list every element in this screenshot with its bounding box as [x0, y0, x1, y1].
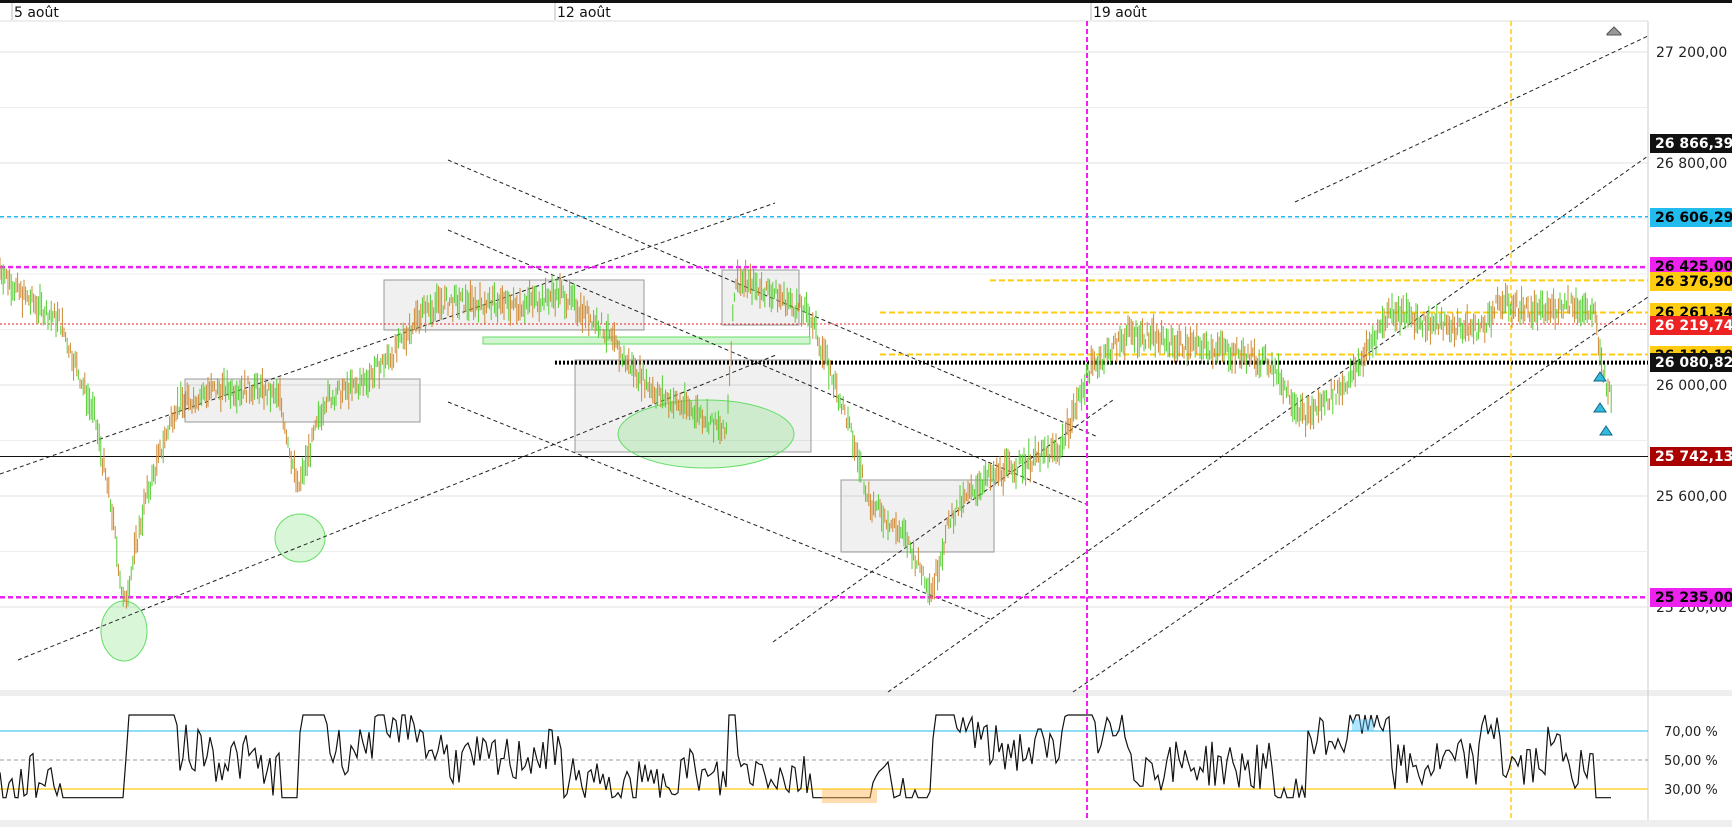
- green-zone-ellipse: [617, 399, 795, 469]
- price-tag-label: 25 742,13: [1655, 449, 1732, 465]
- price-tick-label: 26 800,00: [1656, 156, 1727, 172]
- oscillator-tick-label: 30,00 %: [1664, 783, 1718, 798]
- date-label: 12 août: [557, 5, 611, 21]
- overbought-zone-fill: [1352, 719, 1374, 731]
- price-tag-label: 26 866,39: [1655, 136, 1732, 152]
- alert-marker-icon: [1593, 371, 1607, 382]
- price-tag-label: 26 219,74: [1655, 318, 1732, 334]
- oscillator-tick-label: 50,00 %: [1664, 754, 1718, 769]
- panel-separator: [0, 690, 1732, 696]
- price-tick-label: 27 200,00: [1656, 45, 1727, 61]
- price-tag-label: 25 235,00: [1655, 590, 1732, 606]
- green-zone-ellipse: [100, 600, 148, 662]
- date-label: 5 août: [14, 5, 59, 21]
- date-axis-band: [0, 3, 1732, 21]
- trend-line: [887, 155, 1649, 693]
- trading-chart[interactable]: 5 août 12 août 19 août 27 200,00 26 800,00 26…: [0, 0, 1732, 827]
- green-zone-ellipse: [274, 513, 326, 563]
- top-border: [0, 0, 1732, 3]
- bottom-band: [0, 820, 1732, 827]
- oscillator-panel: 70,00 % 50,00 % 30,00 %: [0, 714, 1718, 803]
- alert-marker-icon: [1593, 402, 1607, 413]
- consolidation-box: [184, 378, 421, 423]
- price-tag-label: 26 606,29: [1655, 210, 1732, 226]
- chart-svg[interactable]: 5 août 12 août 19 août 27 200,00 26 800,00 26…: [0, 0, 1732, 827]
- alert-marker-icon: [1599, 425, 1613, 436]
- price-tick-label: 25 600,00: [1656, 489, 1727, 505]
- price-tag-label: 26 080,82: [1655, 355, 1732, 371]
- oscillator-tick-label: 70,00 %: [1664, 725, 1718, 740]
- trend-line: [1072, 296, 1649, 693]
- home-icon[interactable]: [1606, 26, 1622, 36]
- green-zone-bar: [482, 336, 811, 345]
- price-tick-label: 26 000,00: [1656, 378, 1727, 394]
- oversold-zone-fill: [822, 789, 877, 803]
- date-label: 19 août: [1093, 5, 1147, 21]
- price-tag-label: 26 376,90: [1655, 274, 1732, 290]
- trend-line: [1294, 35, 1649, 203]
